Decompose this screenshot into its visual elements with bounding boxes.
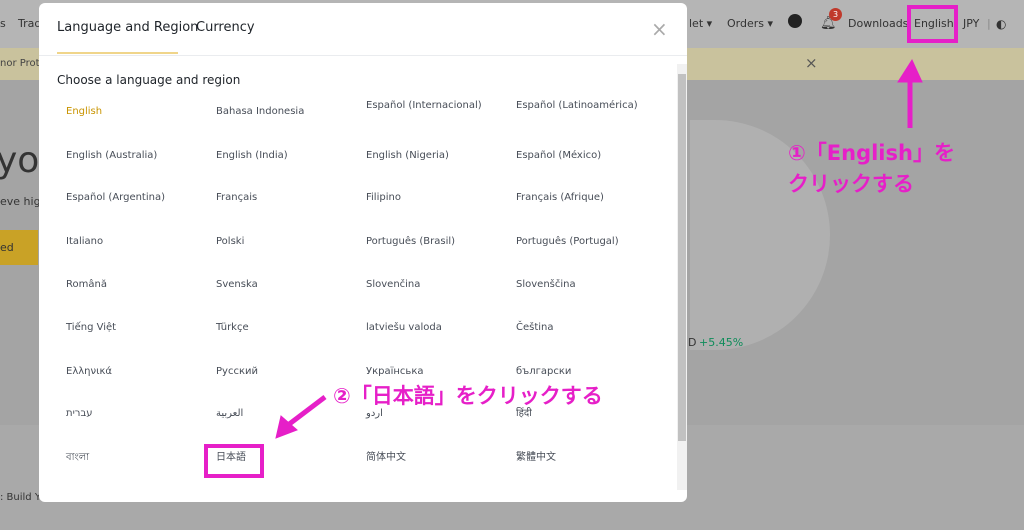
annotation-step2: ②「日本語」をクリックする (333, 384, 603, 408)
arrow-up-head (897, 58, 923, 83)
annotation-step1-line2: クリックする (788, 172, 914, 196)
annotation-arrows (275, 58, 923, 439)
annotation-step1-line1: ①「English」を (788, 141, 955, 165)
arrow-down-left-icon (286, 395, 327, 427)
